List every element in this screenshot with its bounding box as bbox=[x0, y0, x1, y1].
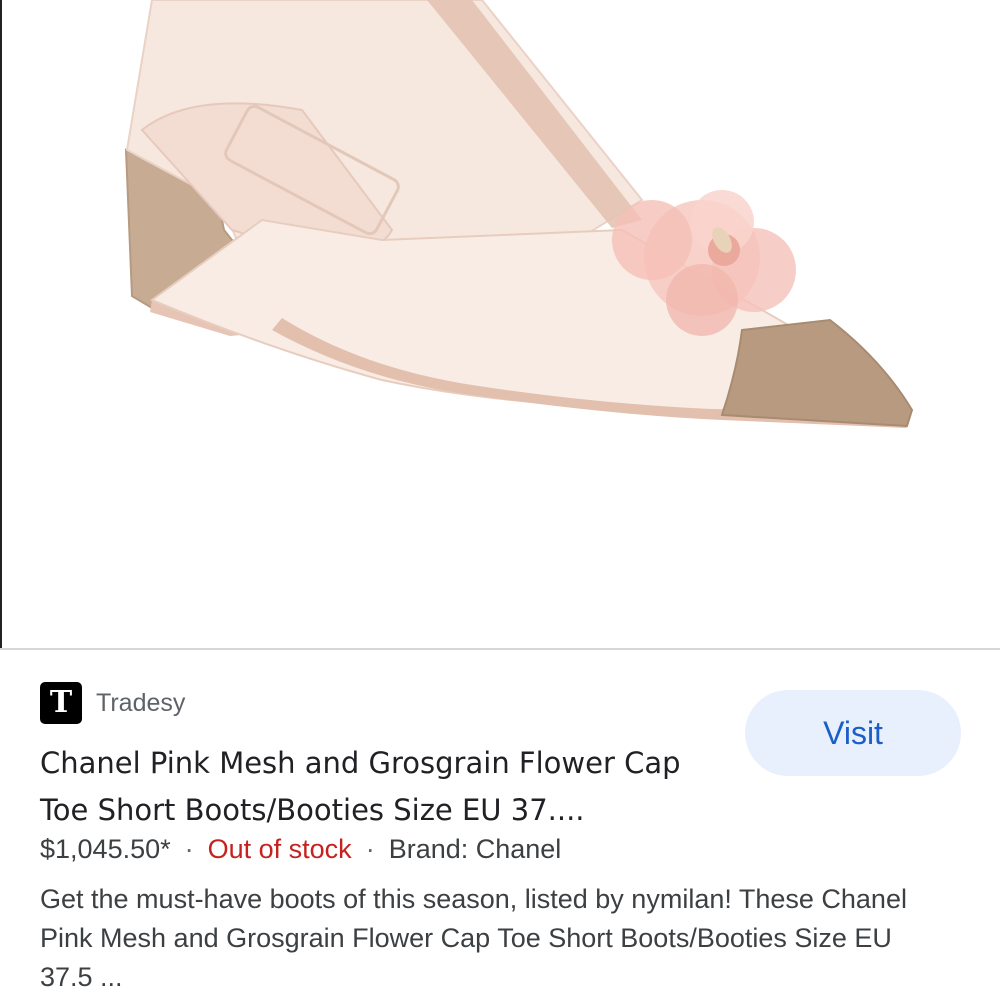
meta-row: $1,045.50* · Out of stock · Brand: Chane… bbox=[40, 834, 561, 865]
visit-button[interactable]: Visit bbox=[745, 690, 961, 776]
brand: Brand: Chanel bbox=[388, 834, 562, 864]
source-name: Tradesy bbox=[96, 688, 186, 717]
product-description: Get the must-have boots of this season, … bbox=[40, 884, 907, 992]
cap-toe bbox=[720, 318, 914, 428]
product-image[interactable] bbox=[2, 0, 1000, 648]
separator: · bbox=[365, 834, 375, 864]
tradesy-logo-icon: T bbox=[40, 682, 82, 724]
shopping-result-card: T Tradesy Visit Chanel Pink Mesh and Gro… bbox=[0, 0, 1000, 1000]
separator: · bbox=[184, 834, 194, 864]
price: $1,045.50* bbox=[40, 834, 171, 864]
product-title[interactable]: Chanel Pink Mesh and Grosgrain Flower Ca… bbox=[40, 740, 730, 834]
divider bbox=[0, 648, 1000, 650]
stock-status: Out of stock bbox=[207, 834, 352, 864]
source-row[interactable]: T Tradesy bbox=[40, 682, 185, 724]
